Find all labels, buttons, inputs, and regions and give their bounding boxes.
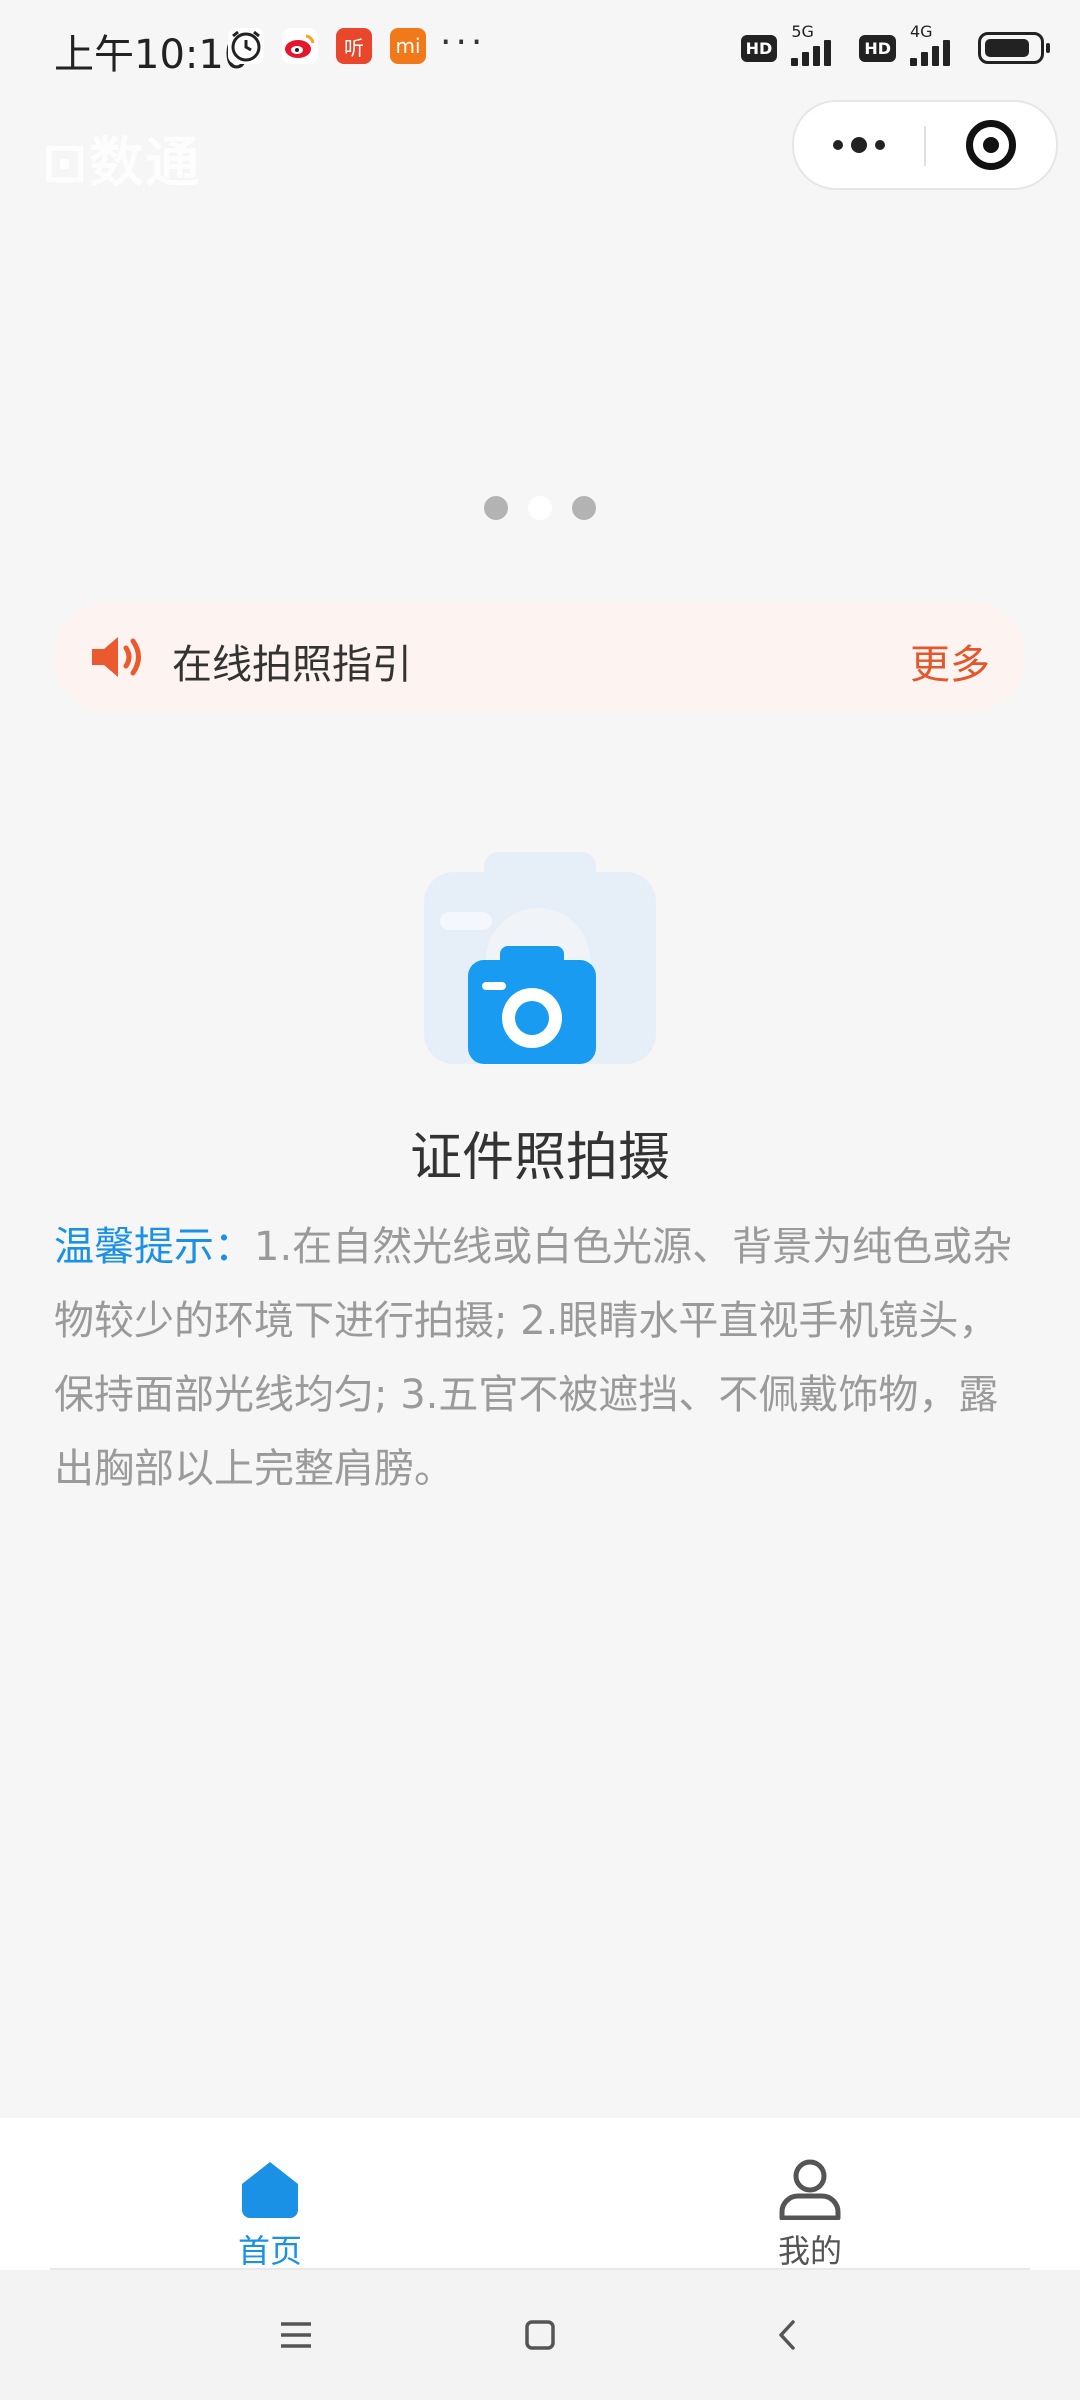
capsule-menu — [792, 100, 1058, 190]
network-label-1: 5G — [791, 22, 814, 41]
battery-icon — [978, 32, 1050, 64]
carousel-dot-active[interactable] — [528, 496, 552, 520]
home-icon — [234, 2158, 306, 2220]
alarm-icon — [228, 28, 264, 64]
id-photo-camera-button[interactable] — [420, 850, 660, 1070]
status-more: ··· — [440, 22, 487, 63]
hd-badge-1: HD — [740, 34, 778, 62]
tab-home-label: 首页 — [237, 2232, 302, 2270]
carousel-indicator — [0, 496, 1080, 520]
signal-5g-icon: 5G — [791, 22, 845, 66]
app-logo: ⊡数通 — [42, 131, 202, 194]
menu-icon[interactable] — [266, 2310, 326, 2360]
network-label-2: 4G — [910, 22, 933, 41]
system-nav-bar — [0, 2270, 1080, 2400]
tab-bar: 首页 我的 — [0, 2118, 1080, 2270]
notice-bar[interactable]: 在线拍照指引 更多 — [54, 602, 1026, 712]
status-time: 上午10:10 — [54, 32, 250, 78]
ting-icon: 听 — [336, 28, 372, 64]
more-options-button[interactable] — [794, 102, 924, 188]
status-right: HD 5G HD 4G — [740, 22, 1050, 66]
signal-4g-icon: 4G — [910, 22, 964, 66]
person-icon — [774, 2158, 846, 2221]
dot-icon — [833, 140, 843, 150]
tip-label: 温馨提示： — [54, 1224, 254, 1270]
tip-paragraph: 温馨提示：1.在自然光线或白色光源、背景为纯色或杂物较少的环境下进行拍摄; 2.… — [54, 1210, 1034, 1506]
home-square-icon[interactable] — [510, 2310, 570, 2360]
status-bar: 上午10:10 听 mi ··· HD 5G HD 4G — [0, 0, 1080, 100]
tab-me[interactable]: 我的 — [710, 2138, 910, 2270]
notice-text: 在线拍照指引 — [172, 642, 412, 688]
page-title: 证件照拍摄 — [409, 1128, 670, 1188]
close-miniprogram-button[interactable] — [926, 102, 1056, 188]
carousel-dot[interactable] — [484, 496, 508, 520]
dot-icon — [851, 137, 867, 153]
tab-home[interactable]: 首页 — [170, 2138, 370, 2270]
hd-badge-2: HD — [859, 34, 896, 62]
back-icon[interactable] — [758, 2310, 818, 2360]
speaker-icon — [88, 632, 148, 682]
mi-icon: mi — [390, 28, 426, 64]
carousel-dot[interactable] — [572, 496, 596, 520]
notice-more-link[interactable]: 更多 — [910, 632, 990, 690]
weibo-icon — [282, 28, 318, 64]
camera-icon — [424, 852, 656, 1064]
tab-me-label: 我的 — [777, 2232, 842, 2270]
target-icon — [966, 120, 1016, 170]
dot-icon — [875, 140, 885, 150]
notification-icons: 听 mi — [228, 28, 426, 64]
